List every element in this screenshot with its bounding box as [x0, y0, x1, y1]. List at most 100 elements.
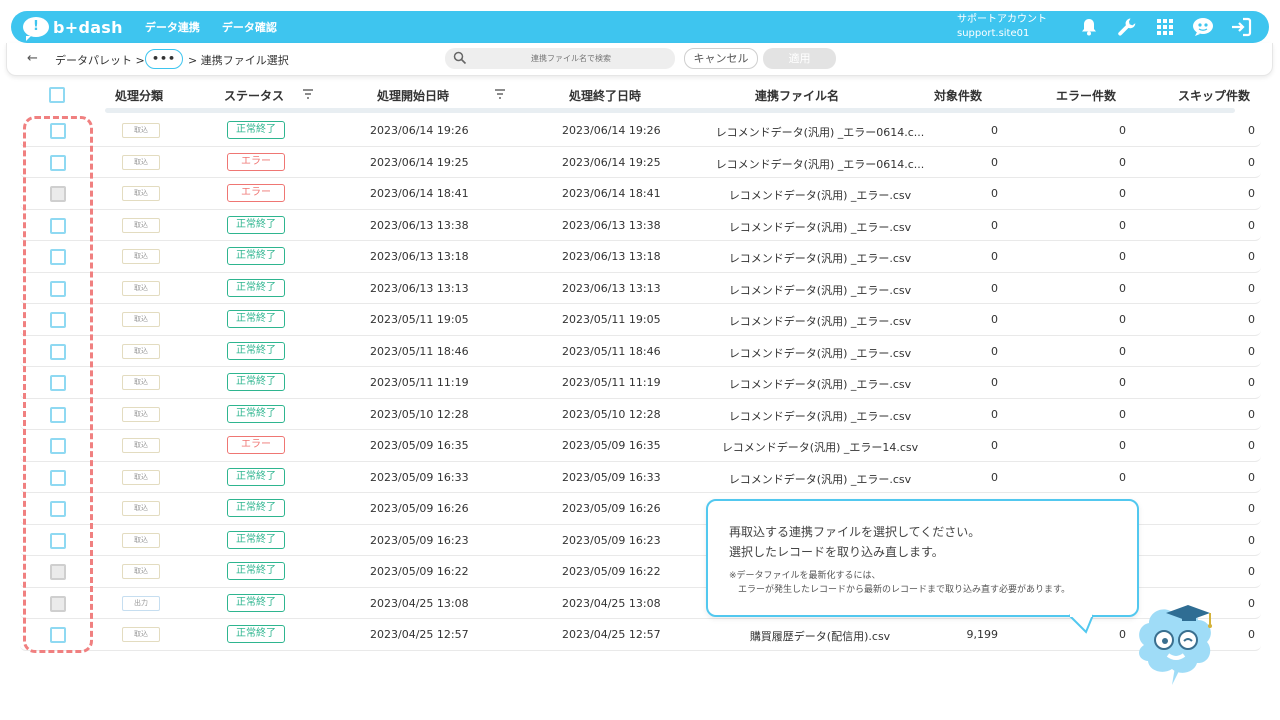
target-count-cell: 0	[991, 124, 998, 137]
skip-count-cell: 0	[1248, 407, 1255, 421]
end-time-cell: 2023/06/13 13:38	[562, 218, 661, 232]
table-row[interactable]: 取込 正常終了 2023/05/10 12:28 2023/05/10 12:2…	[20, 399, 1261, 430]
status-badge: 正常終了	[227, 278, 285, 297]
end-time-cell: 2023/04/25 12:57	[562, 628, 661, 641]
table-row[interactable]: 取込 エラー 2023/06/14 18:41 2023/06/14 18:41…	[20, 178, 1261, 210]
end-time-cell: 2023/05/11 18:46	[562, 344, 661, 358]
status-badge: エラー	[227, 152, 285, 171]
end-time-cell: 2023/06/14 19:26	[562, 124, 661, 137]
top-navigation-bar: ! b+dash データ連携 データ確認 サポートアカウント support.s…	[11, 11, 1269, 43]
start-time-filter-icon[interactable]	[494, 88, 506, 100]
table-row[interactable]: 取込 正常終了 2023/05/09 16:33 2023/05/09 16:3…	[20, 462, 1261, 493]
error-count-cell: 0	[1119, 376, 1126, 389]
select-all-checkbox[interactable]	[49, 87, 65, 103]
table-row[interactable]: 取込 正常終了 2023/06/13 13:13 2023/06/13 13:1…	[20, 273, 1261, 304]
table-row[interactable]: 取込 正常終了 2023/05/11 18:46 2023/05/11 18:4…	[20, 336, 1261, 367]
table-row[interactable]: 取込 正常終了 2023/06/13 13:18 2023/06/13 13:1…	[20, 241, 1261, 273]
table-row[interactable]: 取込 正常終了 2023/06/14 19:26 2023/06/14 19:2…	[20, 115, 1261, 147]
status-badge: 正常終了	[227, 467, 285, 486]
back-arrow-icon[interactable]: ←	[27, 51, 38, 66]
type-badge: 取込	[122, 532, 160, 548]
table-row[interactable]: 取込 正常終了 2023/06/13 13:38 2023/06/13 13:3…	[20, 210, 1261, 241]
bdash-logo[interactable]: ! b+dash	[23, 17, 123, 41]
type-badge: 取込	[122, 217, 160, 233]
target-count-cell: 0	[991, 344, 998, 358]
apply-button[interactable]: 適用	[763, 48, 836, 69]
start-time-cell: 2023/06/14 18:41	[370, 187, 469, 200]
start-time-cell: 2023/05/09 16:22	[370, 565, 469, 578]
status-filter-icon[interactable]	[302, 88, 314, 100]
table-row[interactable]: 取込 エラー 2023/05/09 16:35 2023/05/09 16:35…	[20, 430, 1261, 462]
type-badge: 取込	[122, 280, 160, 296]
skip-count-cell: 0	[1248, 313, 1255, 326]
mascot-graduate-icon	[1139, 605, 1212, 685]
header-scroll-track[interactable]	[105, 108, 1235, 113]
file-name-cell: レコメンドデータ(汎用) _エラー.csv	[728, 220, 912, 234]
account-info[interactable]: サポートアカウント support.site01	[957, 13, 1047, 41]
start-time-cell: 2023/06/14 19:26	[370, 124, 469, 137]
table-row[interactable]: 取込 エラー 2023/06/14 19:25 2023/06/14 19:25…	[20, 147, 1261, 178]
logout-icon[interactable]	[1229, 15, 1253, 39]
status-badge: 正常終了	[227, 310, 285, 328]
end-time-cell: 2023/05/09 16:35	[562, 439, 661, 452]
file-name-cell: レコメンドデータ(汎用) _エラー.csv	[728, 252, 912, 265]
skip-count-cell: 0	[1248, 187, 1255, 200]
start-time-cell: 2023/06/14 19:25	[370, 155, 469, 169]
target-count-cell: 0	[991, 281, 998, 295]
start-time-cell: 2023/06/13 13:38	[370, 218, 469, 232]
start-time-cell: 2023/05/09 16:35	[370, 439, 469, 452]
type-badge: 取込	[122, 123, 160, 138]
type-badge: 取込	[122, 154, 160, 170]
nav-data-check[interactable]: データ確認	[222, 19, 277, 35]
column-header-start-time: 処理開始日時	[377, 89, 450, 103]
start-time-cell: 2023/04/25 13:08	[370, 596, 469, 610]
nav-data-integration[interactable]: データ連携	[145, 19, 200, 35]
search-input[interactable]	[473, 50, 669, 67]
type-badge: 取込	[122, 627, 160, 642]
skip-count-cell: 0	[1248, 218, 1255, 232]
end-time-cell: 2023/05/09 16:26	[562, 502, 661, 515]
file-name-cell: レコメンドデータ(汎用) _エラー.csv	[728, 472, 912, 486]
breadcrumb-data-palette[interactable]: データパレット >	[55, 52, 145, 68]
start-time-cell: 2023/05/11 18:46	[370, 344, 469, 358]
table-header: 処理分類 ステータス 処理開始日時 処理終了日時 連携ファイル名 対象件数 エラ…	[0, 84, 1280, 106]
type-badge: 取込	[122, 312, 160, 327]
account-name: サポートアカウント	[957, 14, 1047, 25]
start-time-cell: 2023/05/09 16:33	[370, 470, 469, 484]
guide-tooltip: 再取込する連携ファイルを選択してください。 選択したレコードを取り込み直します。…	[706, 499, 1139, 617]
tooltip-line-2: 選択したレコードを取り込み直します。	[729, 545, 944, 559]
grid-icon[interactable]	[1153, 15, 1177, 39]
error-count-cell: 0	[1119, 281, 1126, 295]
file-name-cell: レコメンドデータ(汎用) _エラー0614.c...	[715, 157, 925, 171]
cancel-button[interactable]: キャンセル	[684, 48, 758, 69]
skip-count-cell: 0	[1248, 376, 1255, 389]
breadcrumb-more-button[interactable]: •••	[145, 49, 183, 69]
tooltip-note-2: エラーが発生したレコードから最新のレコードまで取り込み直す必要があります。	[738, 585, 1071, 595]
end-time-cell: 2023/04/25 13:08	[562, 596, 661, 610]
type-badge: 取込	[122, 375, 160, 390]
skip-count-cell: 0	[1248, 439, 1255, 452]
file-name-cell: レコメンドデータ(汎用) _エラー.csv	[728, 378, 912, 391]
type-badge: 取込	[122, 564, 160, 579]
wrench-icon[interactable]	[1115, 15, 1139, 39]
status-badge: 正常終了	[227, 121, 285, 139]
file-name-cell: レコメンドデータ(汎用) _エラー.csv	[728, 346, 912, 360]
bell-icon[interactable]	[1077, 15, 1101, 39]
target-count-cell: 0	[991, 187, 998, 200]
status-badge: エラー	[227, 184, 285, 202]
logo-text: b+dash	[53, 17, 123, 37]
search-box	[445, 48, 675, 69]
table-row[interactable]: 取込 正常終了 2023/05/11 19:05 2023/05/11 19:0…	[20, 304, 1261, 336]
end-time-cell: 2023/05/11 11:19	[562, 376, 661, 389]
file-name-cell: レコメンドデータ(汎用) _エラー14.csv	[721, 441, 919, 454]
type-badge: 取込	[122, 438, 160, 453]
skip-count-cell: 0	[1248, 628, 1255, 641]
chat-mascot-icon[interactable]	[1191, 15, 1215, 39]
skip-count-cell: 0	[1248, 470, 1255, 484]
end-time-cell: 2023/06/13 13:13	[562, 281, 661, 295]
end-time-cell: 2023/06/14 18:41	[562, 187, 661, 200]
target-count-cell: 0	[991, 376, 998, 389]
table-row[interactable]: 取込 正常終了 2023/05/11 11:19 2023/05/11 11:1…	[20, 367, 1261, 399]
column-header-status: ステータス	[224, 89, 285, 103]
status-badge: 正常終了	[227, 341, 285, 360]
